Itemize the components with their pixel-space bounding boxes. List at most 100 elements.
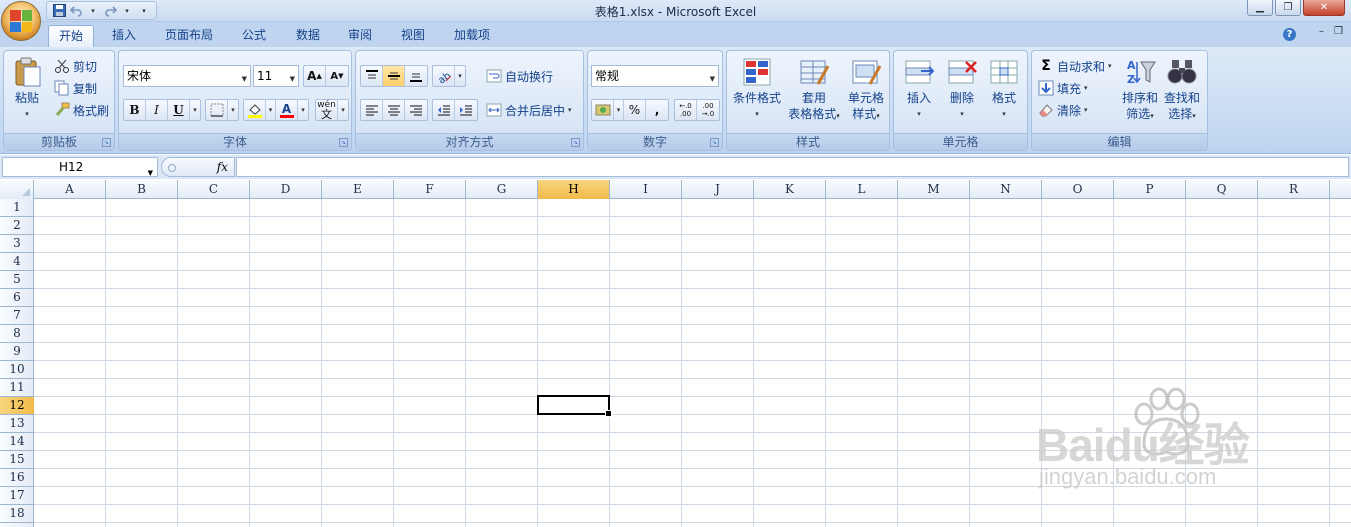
select-all-button[interactable] [0,180,34,199]
row-header-3[interactable]: 3 [0,235,34,253]
insert-cells-button[interactable]: 插入 ▾ [899,56,939,122]
tab-add-ins[interactable]: 加载项 [446,25,498,47]
row-header-17[interactable]: 17 [0,487,34,505]
row-header-13[interactable]: 13 [0,415,34,433]
clipboard-launcher-icon[interactable]: ↘ [102,138,111,147]
format-as-table-button[interactable]: 套用 表格格式▾ [783,56,845,124]
column-header-i[interactable]: I [610,180,682,199]
row-header-5[interactable]: 5 [0,271,34,289]
name-box[interactable]: H12 ▼ [2,157,158,177]
sort-filter-button[interactable]: AZ 排序和 筛选▾ [1118,56,1162,124]
bold-button[interactable]: B [124,100,146,120]
cut-button[interactable]: 剪切 [54,56,97,76]
column-header-p[interactable]: P [1114,180,1186,199]
autosum-button[interactable]: Σ 自动求和 ▾ [1038,56,1111,76]
column-header-h[interactable]: H [538,180,610,199]
tab-view[interactable]: 视图 [393,25,433,47]
column-header-b[interactable]: B [106,180,178,199]
column-header-j[interactable]: J [682,180,754,199]
row-header-14[interactable]: 14 [0,433,34,451]
row-header-16[interactable]: 16 [0,469,34,487]
insert-function-button[interactable]: fx [217,160,228,174]
column-header-q[interactable]: Q [1186,180,1258,199]
formula-input[interactable] [236,157,1349,177]
column-header-m[interactable]: M [898,180,970,199]
alignment-launcher-icon[interactable]: ↘ [571,138,580,147]
number-launcher-icon[interactable]: ↘ [710,138,719,147]
column-header-l[interactable]: L [826,180,898,199]
column-header-e[interactable]: E [322,180,394,199]
tab-page-layout[interactable]: 页面布局 [158,25,220,47]
percent-button[interactable]: % [624,100,646,120]
increase-decimal-button[interactable]: ←.0.00 [675,100,697,120]
align-top-icon[interactable] [361,66,383,86]
wrap-text-button[interactable]: 自动换行 [486,66,553,86]
align-right-icon[interactable] [405,100,427,120]
font-size-select[interactable]: 11 ▼ [253,65,299,87]
column-header-o[interactable]: O [1042,180,1114,199]
font-color-button[interactable]: A [276,100,298,120]
workbook-restore-icon[interactable]: ❐ [1334,26,1343,37]
border-button[interactable]: ▾ [205,99,239,121]
tab-data[interactable]: 数据 [288,25,328,47]
format-cells-button[interactable]: 格式 ▾ [984,56,1024,122]
increase-font-icon[interactable]: A ▲ [304,66,326,86]
merge-center-button[interactable]: 合并后居中 ▾ [486,100,572,120]
row-header-9[interactable]: 9 [0,343,34,361]
column-header-k[interactable]: K [754,180,826,199]
collapse-handle-icon[interactable] [168,164,176,172]
column-header-r[interactable]: R [1258,180,1330,199]
underline-dropdown-icon[interactable]: ▾ [190,100,200,120]
cell-styles-button[interactable]: 单元格 样式▾ [843,56,889,124]
conditional-format-button[interactable]: 条件格式 ▾ [730,56,784,122]
row-header-10[interactable]: 10 [0,361,34,379]
cell-area[interactable] [34,199,1351,527]
row-header-11[interactable]: 11 [0,379,34,397]
office-button[interactable] [1,1,41,41]
tab-insert[interactable]: 插入 [104,25,144,47]
number-format-select[interactable]: 常规 ▼ [591,65,719,87]
italic-button[interactable]: I [146,100,168,120]
workbook-minimize-icon[interactable]: – [1319,26,1324,37]
font-color-dropdown-icon[interactable]: ▾ [298,100,308,120]
close-button[interactable]: ✕ [1303,0,1345,16]
active-cell-h12[interactable] [537,395,612,417]
row-header-7[interactable]: 7 [0,307,34,325]
row-header-12[interactable]: 12 [0,397,34,415]
increase-indent-icon[interactable] [455,100,477,120]
fill-button[interactable]: 填充 ▾ [1038,78,1088,98]
decrease-indent-icon[interactable] [433,100,455,120]
orientation-button[interactable]: ab ▾ [432,65,466,87]
phonetic-button[interactable]: wén 文 ▾ [315,99,349,121]
column-header-f[interactable]: F [394,180,466,199]
restore-button[interactable]: ❐ [1275,0,1301,16]
delete-cells-button[interactable]: 删除 ▾ [942,56,982,122]
row-header-18[interactable]: 18 [0,505,34,523]
find-select-button[interactable]: 查找和 选择▾ [1160,56,1204,124]
column-header-g[interactable]: G [466,180,538,199]
tab-home[interactable]: 开始 [48,25,94,47]
format-painter-button[interactable]: 格式刷 [54,100,109,120]
comma-button[interactable]: , [646,100,668,120]
minimize-button[interactable]: ▁ [1247,0,1273,16]
row-header-15[interactable]: 15 [0,451,34,469]
align-bottom-icon[interactable] [405,66,427,86]
decrease-font-icon[interactable]: A ▼ [326,66,348,86]
accounting-format-icon[interactable] [592,100,614,120]
copy-button[interactable]: 复制 [54,78,97,98]
align-left-icon[interactable] [361,100,383,120]
fill-color-icon[interactable] [244,100,266,120]
underline-button[interactable]: U [168,100,190,120]
font-launcher-icon[interactable]: ↘ [339,138,348,147]
column-header-n[interactable]: N [970,180,1042,199]
column-header-c[interactable]: C [178,180,250,199]
paste-button[interactable]: 粘贴 ▾ [9,56,45,122]
tab-formulas[interactable]: 公式 [234,25,274,47]
column-header-a[interactable]: A [34,180,106,199]
accounting-dropdown-icon[interactable]: ▾ [614,100,624,120]
fill-color-dropdown-icon[interactable]: ▾ [266,100,276,120]
font-name-select[interactable]: 宋体 ▼ [123,65,251,87]
row-header-8[interactable]: 8 [0,325,34,343]
row-header-6[interactable]: 6 [0,289,34,307]
align-center-icon[interactable] [383,100,405,120]
